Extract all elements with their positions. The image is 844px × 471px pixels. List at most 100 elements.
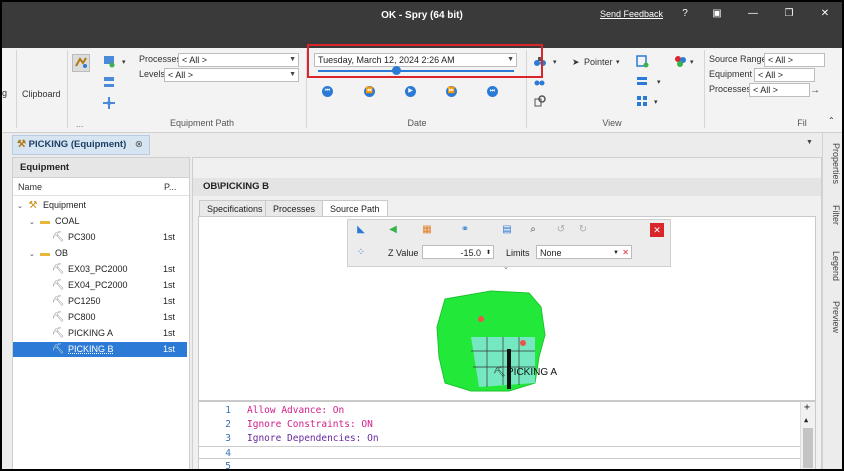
tree-item-label: Equipment <box>43 200 87 210</box>
color-dropdown-chevron-icon[interactable]: ▾ <box>690 58 694 66</box>
step-back-button[interactable]: ⏪ <box>364 86 375 97</box>
tree-item-ex04[interactable]: ⛏ EX04_PC2000 <box>51 278 128 293</box>
tree-item-equipment[interactable]: ⌄ ⚒ Equipment <box>17 198 86 213</box>
map-viewport[interactable]: ◣ ◀ ▦ ⚭ ▤ ⌕ ↺ ↻ ✕ ⁘ Z Value -15.0 ⬍ Limi… <box>198 216 816 401</box>
line-number: 3 <box>225 433 231 444</box>
apply-filter-arrow-icon[interactable]: → <box>810 85 820 96</box>
tree-item-label: PC1250 <box>68 296 101 306</box>
layer-tool-icon[interactable]: ▤ <box>500 223 514 237</box>
tree-item-pc800[interactable]: ⛏ PC800 <box>51 310 96 325</box>
script-editor[interactable]: 1 Allow Advance: On 2 Ignore Constraints: … <box>198 401 816 469</box>
expand-chevron-icon[interactable]: ⌄ <box>17 199 26 214</box>
grid-dropdown-chevron-icon[interactable]: ▾ <box>654 98 658 106</box>
levels-combo[interactable]: < All > ▼ <box>164 68 299 82</box>
binoculars-tool-icon[interactable]: ⚭ <box>458 223 472 237</box>
layer-icon[interactable] <box>101 54 117 70</box>
editor-line: 5 <box>199 460 247 469</box>
side-tab-filter[interactable]: Filter <box>825 205 841 225</box>
chevron-down-icon[interactable]: ▼ <box>613 246 619 260</box>
tree-item-picking-b[interactable]: ⛏ PICKING B <box>13 342 187 357</box>
restore-layout-icon[interactable]: ▣ <box>710 8 724 20</box>
shovel-tool-icon[interactable]: ◀ <box>386 223 400 237</box>
tree-item-ob[interactable]: ⌄ ▬ OB <box>29 246 68 261</box>
minimize-button[interactable]: — <box>746 8 760 20</box>
tree-item-priority: 1st <box>163 312 176 322</box>
excavator-marker-icon: ⛏ <box>493 367 506 378</box>
editor-line: 3 Ignore Dependencies: On <box>199 432 378 445</box>
clear-limits-icon[interactable]: ✕ <box>622 246 629 260</box>
tree-item-coal[interactable]: ⌄ ▬ COAL <box>29 214 80 229</box>
expand-editor-icon[interactable]: + <box>804 402 810 413</box>
close-toolbar-icon[interactable]: ✕ <box>650 223 664 237</box>
tab-list-chevron-icon[interactable]: ▼ <box>806 139 813 146</box>
path-title: OB\PICKING B <box>193 178 821 196</box>
tree-item-pc300[interactable]: ⛏ PC300 <box>51 230 96 245</box>
z-value-input[interactable]: -15.0 ⬍ <box>422 245 494 259</box>
layers-add-icon[interactable] <box>634 54 650 70</box>
editor-scrollbar[interactable]: + ▲ <box>800 402 815 469</box>
limits-combo[interactable]: None ▼ ✕ <box>536 245 632 259</box>
column-header-name[interactable]: Name <box>18 179 42 195</box>
scroll-up-icon[interactable]: ▲ <box>804 416 808 424</box>
pit-surface-drawing <box>436 290 546 392</box>
ribbon-separator <box>704 50 705 128</box>
zoom-tool-icon[interactable]: ⌕ <box>526 223 540 237</box>
path-tool-icon[interactable] <box>72 54 90 72</box>
limits-label: Limits <box>506 248 530 258</box>
play-button[interactable]: ▶ <box>405 86 416 97</box>
z-value-label: Z Value <box>388 248 419 258</box>
more-label[interactable]: ... <box>76 119 84 129</box>
date-slider-track[interactable] <box>318 70 514 72</box>
processes-combo[interactable]: < All > ▼ <box>178 53 299 67</box>
tree-item-picking-a[interactable]: ⛏ PICKING A <box>51 326 113 341</box>
align-icon[interactable] <box>101 75 117 91</box>
redo-icon[interactable]: ↻ <box>576 223 590 237</box>
maximize-button[interactable]: ❐ <box>782 8 796 20</box>
close-tab-icon[interactable]: ⊗ <box>135 139 143 150</box>
side-tab-properties[interactable]: Properties <box>825 143 841 184</box>
help-icon[interactable]: ? <box>678 8 692 20</box>
tab-picking-equipment[interactable]: ⚒ PICKING (Equipment) ⊗ <box>12 135 150 155</box>
expand-chevron-icon[interactable]: ⌄ <box>29 247 38 262</box>
side-tab-preview[interactable]: Preview <box>825 301 841 333</box>
source-path-panel: OB\PICKING B Specifications Processes So… <box>192 157 822 469</box>
pointer-dropdown-chevron-icon[interactable]: ▾ <box>616 58 620 66</box>
ribbon: g Clipboard ▾ Processes < All > ▼ Levels … <box>2 44 842 133</box>
close-window-button[interactable]: ✕ <box>818 8 832 20</box>
z-value-stepper-icon[interactable]: ⬍ <box>486 246 491 260</box>
color-palette-icon[interactable] <box>672 54 688 70</box>
source-range-combo[interactable]: < All > <box>764 53 825 67</box>
column-header-p[interactable]: P... <box>164 179 176 195</box>
first-frame-button[interactable]: ⏮ <box>322 86 333 97</box>
folder-icon: ▬ <box>40 216 50 227</box>
grid-view-icon[interactable] <box>634 94 650 110</box>
equipment-filter-combo[interactable]: < All > <box>754 68 815 82</box>
editor-line: 2 Ignore Constraints: ON <box>199 418 373 431</box>
undo-icon[interactable]: ↺ <box>554 223 568 237</box>
side-tab-legend[interactable]: Legend <box>825 251 841 281</box>
processes-filter-combo[interactable]: < All > <box>749 83 810 97</box>
equipment-filter-value: < All > <box>758 70 784 80</box>
send-feedback-link[interactable]: Send Feedback <box>600 9 663 19</box>
tree-item-pc1250[interactable]: ⛏ PC1250 <box>51 294 101 309</box>
select-pointer-icon[interactable]: ◣ <box>354 223 368 237</box>
step-forward-button[interactable]: ⏩ <box>446 86 457 97</box>
last-frame-button[interactable]: ⏭ <box>487 86 498 97</box>
layer-dropdown-chevron-icon[interactable]: ▾ <box>122 58 126 66</box>
equipment-panel-title: Equipment <box>13 158 189 178</box>
node-tool-icon[interactable]: ⁘ <box>354 246 368 260</box>
clipboard-label[interactable]: Clipboard <box>22 89 61 99</box>
toolbar-collapse-chevron-icon[interactable]: ⌄ <box>503 263 509 271</box>
processes-filter-label: Processes <box>709 84 752 94</box>
layers-stack-icon[interactable] <box>634 74 650 90</box>
binoculars-dropdown-chevron-icon[interactable]: ▾ <box>553 58 557 66</box>
scroll-thumb[interactable] <box>803 428 813 468</box>
grid-tool-icon[interactable]: ▦ <box>420 223 434 237</box>
crosshair-icon[interactable] <box>101 96 117 112</box>
zoom-region-icon[interactable] <box>532 94 548 110</box>
expand-chevron-icon[interactable]: ⌄ <box>29 215 38 230</box>
layers-stack-dropdown-chevron-icon[interactable]: ▾ <box>657 78 661 86</box>
tree-item-ex03[interactable]: ⛏ EX03_PC2000 <box>51 262 128 277</box>
collapse-ribbon-chevron-icon[interactable]: ⌃ <box>828 116 835 125</box>
pointer-button[interactable]: Pointer <box>584 57 613 67</box>
